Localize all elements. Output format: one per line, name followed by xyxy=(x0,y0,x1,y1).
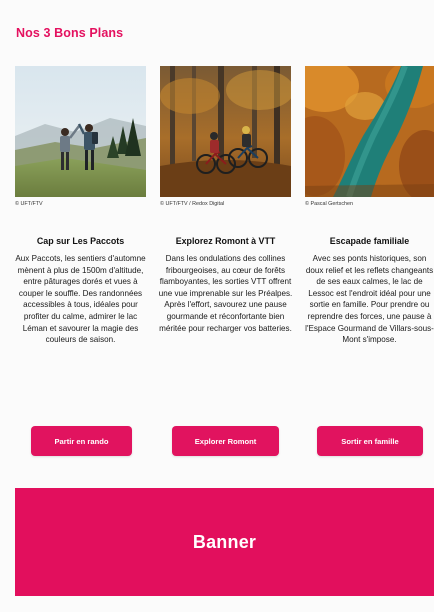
explorer-romont-button[interactable]: Explorer Romont xyxy=(172,426,279,456)
card-description: Dans les ondulations des collines fribou… xyxy=(158,254,293,333)
card-description: Aux Paccots, les sentiers d'automne mène… xyxy=(15,254,146,345)
card-lessoc: © Pascal Gertschen Escapade familiale Av… xyxy=(305,66,434,456)
card-paccots: © UFT/FTV Cap sur Les Paccots Aux Paccot… xyxy=(15,66,146,456)
bikers-photo xyxy=(160,66,291,197)
section-title: Nos 3 Bons Plans xyxy=(16,26,124,40)
banner-label: Banner xyxy=(192,531,257,552)
card-title: Explorez Romont à VTT xyxy=(175,236,276,246)
banner[interactable]: Banner xyxy=(15,488,434,596)
sortir-en-famille-button[interactable]: Sortir en famille xyxy=(317,426,423,456)
hikers-photo xyxy=(15,66,146,197)
card-description: Avec ses ponts historiques, son doux rel… xyxy=(305,254,434,345)
photo-credit: © Pascal Gertschen xyxy=(305,201,354,207)
card-photo[interactable] xyxy=(160,66,291,197)
photo-credit: © UFT/FTV / Redox Digital xyxy=(160,201,225,207)
river-photo xyxy=(305,66,434,197)
card-photo[interactable] xyxy=(305,66,434,197)
page: Nos 3 Bons Plans © UFT/FTV Cap sur Les P… xyxy=(0,0,434,612)
partir-en-rando-button[interactable]: Partir en rando xyxy=(31,426,132,456)
photo-credit: © UFT/FTV xyxy=(15,201,43,207)
card-photo[interactable] xyxy=(15,66,146,197)
card-title: Escapade familiale xyxy=(329,236,410,246)
card-title: Cap sur Les Paccots xyxy=(36,236,125,246)
card-romont: © UFT/FTV / Redox Digital Explorez Romon… xyxy=(159,66,292,456)
